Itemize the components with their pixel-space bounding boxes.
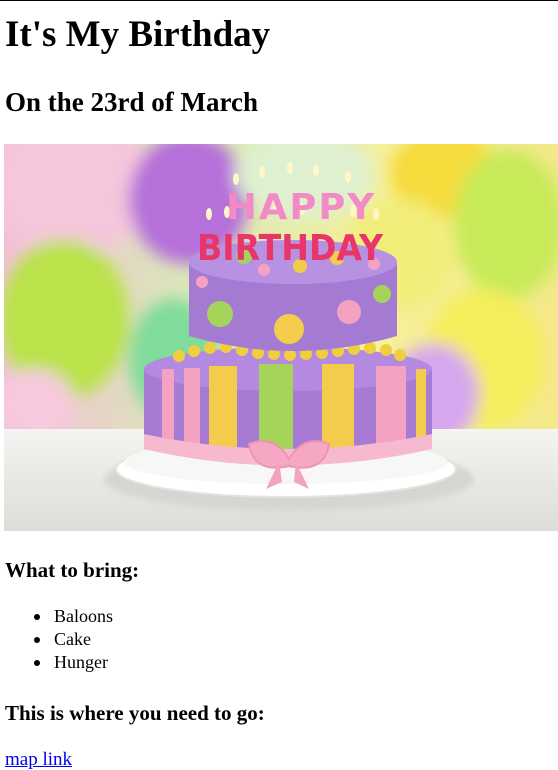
page: It's My Birthday On the 23rd of March HA… xyxy=(0,1,558,770)
candle-topper-birthday: BIRTHDAY xyxy=(197,228,384,269)
bring-heading: What to bring: xyxy=(5,558,140,582)
list-item: Baloons xyxy=(33,606,114,626)
bring-list: Baloons Cake Hunger xyxy=(0,605,113,674)
list-item: Hunger xyxy=(33,651,113,674)
map-link[interactable]: map link xyxy=(5,748,72,770)
candle-topper-happy: HAPPY xyxy=(226,187,376,228)
event-date: On the 23rd of March xyxy=(5,87,258,117)
page-title: It's My Birthday xyxy=(5,14,271,55)
birthday-cake-image: HAPPY BIRTHDAY xyxy=(4,144,558,531)
list-item: Cake xyxy=(33,628,113,651)
directions-heading: This is where you need to go: xyxy=(5,701,265,725)
